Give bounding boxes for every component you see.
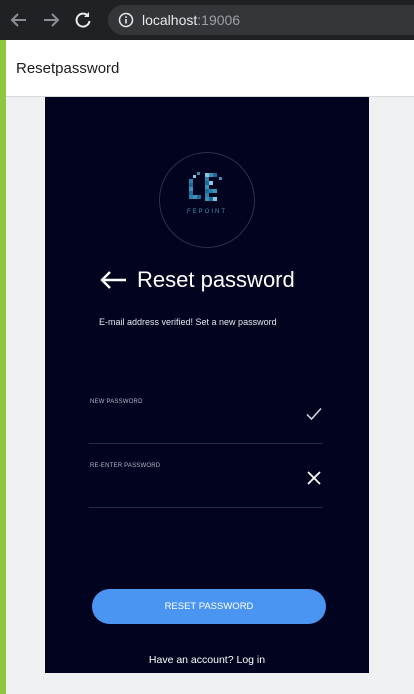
heading-row: Reset password [99, 267, 295, 293]
subtitle: E-mail address verified! Set a new passw… [99, 317, 277, 327]
page-heading: Reset password [137, 267, 295, 292]
footer: Have an account? Log in [45, 654, 369, 666]
page-header: Resetpassword [6, 40, 414, 97]
info-icon[interactable] [118, 12, 134, 28]
new-password-label: NEW PASSWORD [90, 399, 143, 405]
new-password-field[interactable]: NEW PASSWORD [89, 399, 323, 444]
reenter-password-field[interactable]: RE-ENTER PASSWORD [89, 463, 323, 508]
page-title: Resetpassword [16, 59, 120, 77]
url-text[interactable]: localhost:19006 [142, 12, 240, 28]
reenter-password-input[interactable] [89, 477, 293, 501]
reset-password-panel: FEPOINT Reset password E-mail address ve… [45, 97, 369, 673]
url-host: localhost [142, 12, 198, 28]
back-arrow-icon[interactable] [6, 7, 32, 33]
reload-icon[interactable] [70, 7, 96, 33]
logo-text: FEPOINT [186, 209, 227, 215]
back-arrow-icon[interactable] [99, 270, 127, 290]
footer-prompt: Have an account? [148, 654, 234, 666]
forward-arrow-icon[interactable] [38, 7, 64, 33]
login-link[interactable]: Log in [236, 654, 265, 666]
close-icon [307, 471, 321, 485]
address-bar[interactable]: localhost:19006 [108, 5, 414, 35]
check-icon [306, 407, 322, 421]
side-accent-bar [0, 40, 6, 694]
reset-password-button[interactable]: RESET PASSWORD [92, 589, 326, 624]
fepoint-logo-icon [189, 172, 222, 201]
url-port: :19006 [197, 12, 241, 28]
logo: FEPOINT [159, 152, 255, 248]
reenter-password-label: RE-ENTER PASSWORD [90, 463, 161, 469]
browser-toolbar: localhost:19006 [0, 0, 414, 40]
new-password-input[interactable] [89, 413, 293, 437]
